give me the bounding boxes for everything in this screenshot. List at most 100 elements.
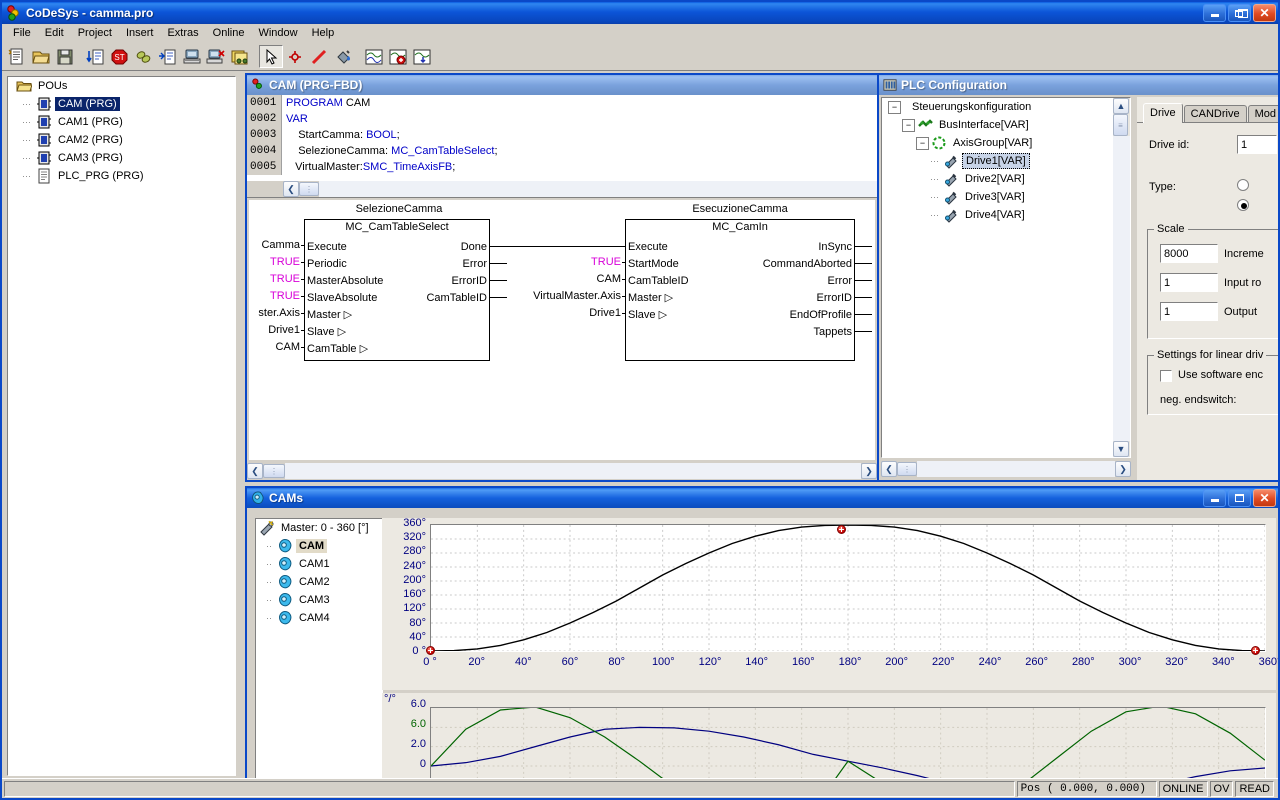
scroll-left-arrow[interactable]: ❮ [283,181,299,197]
fbd-output-pin[interactable]: InSync [818,241,852,253]
minimize-button[interactable] [1203,4,1226,22]
pou-item-cam2[interactable]: ···CAM2 (PRG) [8,131,235,149]
fbd-output-pin[interactable]: Error [828,275,852,287]
compile-icon[interactable] [84,45,108,68]
scroll-thumb[interactable]: ⋮ [299,182,319,196]
cam-list-item-cam3[interactable]: ··CAM3 [256,591,382,609]
trace-record-icon[interactable] [386,45,410,68]
menu-project[interactable]: Project [71,25,119,41]
plc-tree-node-businterface[interactable]: −BusInterface[VAR] [882,116,1130,134]
declaration-editor[interactable]: 0001PROGRAM CAM0002VAR0003 StartCamma: B… [247,95,877,181]
pou-tree[interactable]: POUs ···CAM (PRG)···CAM1 (PRG)···CAM2 (P… [7,76,236,776]
velocity-plot-area[interactable] [430,707,1266,778]
menu-extras[interactable]: Extras [160,25,205,41]
new-file-icon[interactable] [5,45,29,68]
tree-expander-minus[interactable]: − [888,101,901,114]
position-marker-start[interactable] [426,646,435,655]
position-plot-area[interactable] [430,524,1266,652]
pou-item-plc_prg[interactable]: ···PLC_PRG (PRG) [8,167,235,185]
cam-list-item-cam[interactable]: ··CAM [256,537,382,555]
drive-id-input[interactable]: 1 [1237,135,1277,154]
plc-tree-node-steuerungskonfiguration[interactable]: −Steuerungskonfiguration [882,98,1130,116]
fbd-input-value[interactable]: Drive1 [249,324,300,336]
scale-output-input[interactable]: 1 [1160,302,1218,321]
open-file-icon[interactable] [29,45,53,68]
tab-candrive[interactable]: CANDrive [1184,105,1247,123]
line-icon[interactable] [307,45,331,68]
pou-tree-root[interactable]: POUs [8,77,235,95]
plc-config-tree[interactable]: −Steuerungskonfiguration−BusInterface[VA… [881,97,1131,458]
declaration-hscrollbar[interactable]: ❮ ⋮ [247,181,877,197]
tab-drive[interactable]: Drive [1143,103,1183,123]
plc-config-scroll-left[interactable]: ❮ [881,461,897,477]
cam-list-item-cam4[interactable]: ··CAM4 [256,609,382,627]
plc-tree-scroll-track[interactable] [1113,136,1130,441]
watch-icon[interactable] [132,45,156,68]
fbd-scroll-left-arrow[interactable]: ❮ [247,463,263,479]
fbd-input-pin[interactable]: Execute [307,241,347,253]
use-software-endswitch-checkbox[interactable] [1160,370,1172,382]
fbd-scroll-right-arrow[interactable]: ❯ [861,463,877,479]
fbd-input-value[interactable]: CAM [249,273,621,285]
drive-type-radio-1[interactable] [1237,179,1249,191]
plc-config-scroll-track[interactable] [917,461,1115,477]
crosshair-icon[interactable] [283,45,307,68]
tree-expander-minus[interactable]: − [902,119,915,132]
fbd-input-value[interactable]: TRUE [249,256,621,268]
position-marker-peak[interactable] [837,525,846,534]
fbd-input-value[interactable]: Drive1 [249,307,621,319]
cams-close-button[interactable]: ✕ [1253,489,1276,507]
pou-item-cam[interactable]: ···CAM (PRG) [8,95,235,113]
plc-tree-node-drive2[interactable]: ···Drive2[VAR] [882,170,1130,188]
fbd-output-pin[interactable]: Done [461,241,487,253]
drive-type-radio-2[interactable] [1237,199,1249,211]
fbd-input-pin[interactable]: CamTable ▷ [307,342,368,355]
plc-tree-node-axisgroup[interactable]: −AxisGroup[VAR] [882,134,1130,152]
plc-config-hscrollbar[interactable]: ❮ ⋮ ❯ [881,460,1131,478]
plc-tree-node-drive1[interactable]: ···Drive1[VAR] [882,152,1130,170]
plc-config-scroll-thumb[interactable]: ⋮ [897,462,917,476]
cams-maximize-button[interactable] [1228,489,1251,507]
fbd-output-pin[interactable]: CommandAborted [763,258,852,270]
fbd-scroll-track[interactable] [285,463,861,479]
restore-button[interactable] [1228,4,1251,22]
fill-icon[interactable] [331,45,355,68]
fbd-block-2[interactable]: MC_CamIn ExecuteInSyncStartModeCommandAb… [625,219,855,361]
menu-file[interactable]: File [6,25,38,41]
fbd-input-pin[interactable]: Slave ▷ [307,325,346,338]
cam-list-tree[interactable]: Master: 0 - 360 [°] ··CAM··CAM1··CAM2··C… [255,518,383,778]
cam-velocity-acceleration-chart[interactable]: °/° 6.06.02.00-2.0-6.0-6.0 10e-2 °/°² 0 … [382,693,1276,778]
logout-icon[interactable] [204,45,228,68]
tab-module[interactable]: Mod [1248,105,1278,123]
plc-tree-vscrollbar[interactable]: ▲ ≡ ▼ [1113,98,1130,457]
fbd-input-pin[interactable]: CamTableID [628,275,689,287]
scale-input-rot-input[interactable]: 1 [1160,273,1218,292]
login-icon[interactable] [180,45,204,68]
fbd-input-pin[interactable]: Master ▷ [628,291,673,304]
save-file-icon[interactable] [53,45,77,68]
close-button[interactable]: ✕ [1253,4,1276,22]
tree-expander-minus[interactable]: − [916,137,929,150]
plc-tree-node-drive3[interactable]: ···Drive3[VAR] [882,188,1130,206]
fbd-input-pin[interactable]: Slave ▷ [628,308,667,321]
menu-online[interactable]: Online [206,25,252,41]
cam-master-node[interactable]: Master: 0 - 360 [°] [256,519,382,537]
fbd-input-pin[interactable]: Execute [628,241,668,253]
pointer-icon[interactable] [259,45,283,68]
position-marker-end[interactable] [1251,646,1260,655]
menu-insert[interactable]: Insert [119,25,161,41]
menu-window[interactable]: Window [251,25,304,41]
project-info-icon[interactable] [228,45,252,68]
fbd-output-pin[interactable]: Tappets [813,326,852,338]
menu-edit[interactable]: Edit [38,25,71,41]
cams-minimize-button[interactable] [1203,489,1226,507]
trace-icon[interactable] [362,45,386,68]
cam-position-chart[interactable]: 360°320°280°240°200°160°120°80°40°0 ° 0 … [382,518,1276,690]
fbd-editor[interactable]: SelezioneCamma MC_CamTableSelect Execute… [249,200,875,460]
plc-config-scroll-right[interactable]: ❯ [1115,461,1131,477]
scroll-track[interactable] [319,181,877,197]
fbd-scroll-thumb[interactable]: ⋮ [263,464,285,478]
fbd-input-value[interactable]: VirtualMaster.Axis [249,290,621,302]
plc-tree-node-drive4[interactable]: ···Drive4[VAR] [882,206,1130,224]
pou-item-cam3[interactable]: ···CAM3 (PRG) [8,149,235,167]
